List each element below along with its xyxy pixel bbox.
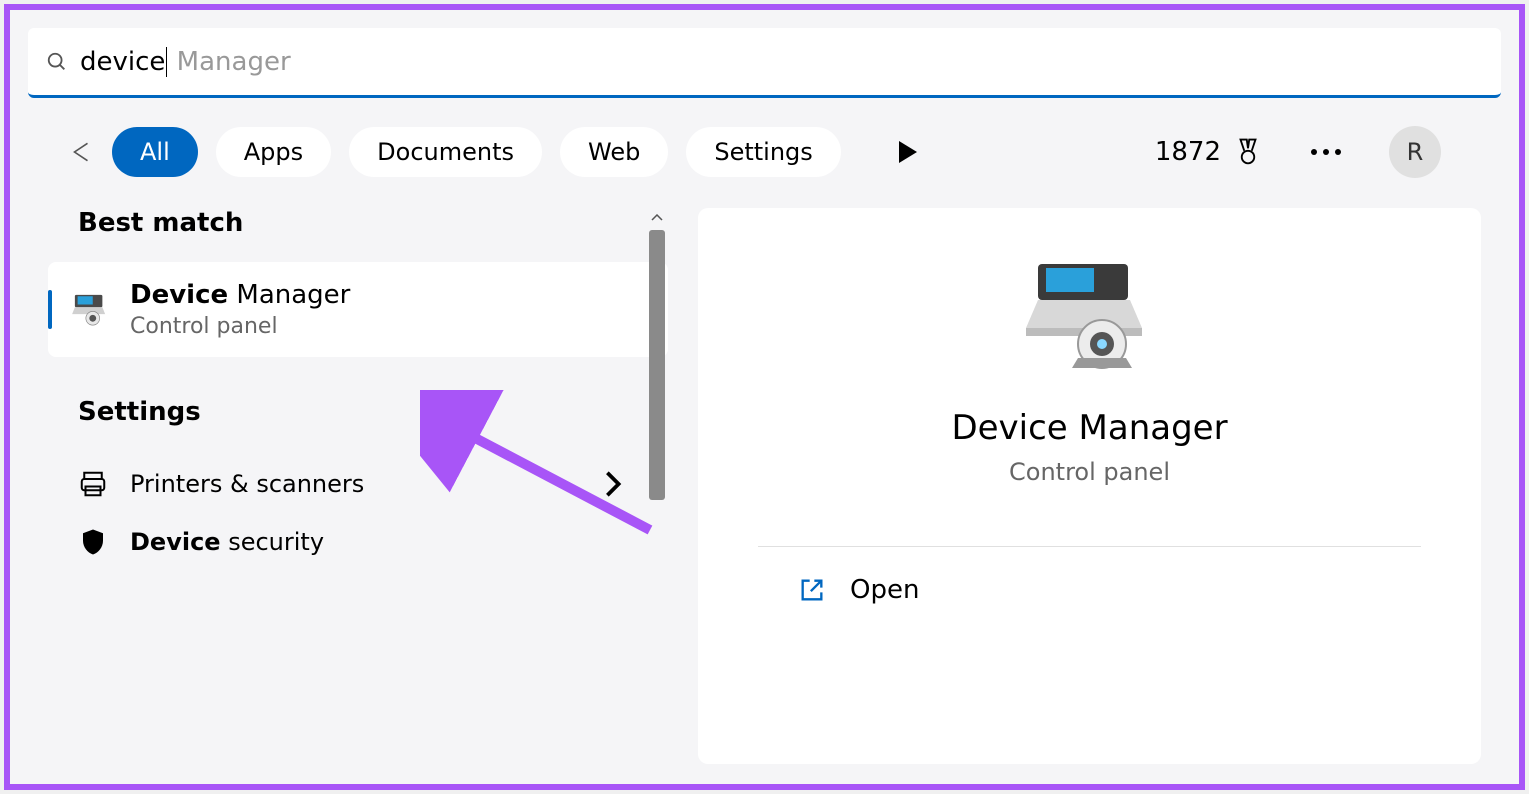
search-icon: [46, 51, 68, 73]
settings-item-label: Device security: [130, 528, 648, 556]
open-action[interactable]: Open: [758, 551, 1421, 629]
results-scrollbar[interactable]: [646, 208, 668, 500]
more-tabs-icon[interactable]: [899, 141, 917, 163]
text-cursor: [166, 47, 167, 77]
preview-panel: Device Manager Control panel Open: [698, 208, 1481, 764]
settings-item-printers[interactable]: Printers & scanners: [58, 455, 668, 513]
tab-web[interactable]: Web: [560, 127, 668, 177]
settings-item-device-security[interactable]: Device security: [58, 513, 668, 571]
preview-title: Device Manager: [951, 408, 1227, 448]
open-external-icon: [798, 576, 826, 604]
search-typed-text: device: [80, 47, 165, 77]
rewards-points[interactable]: 1872: [1155, 137, 1263, 167]
open-action-label: Open: [850, 575, 919, 605]
results-panel: Best match Device Manager Control panel …: [28, 208, 668, 764]
scroll-up-button[interactable]: [647, 208, 667, 228]
search-suggestion-text: Manager: [168, 47, 290, 77]
best-match-item[interactable]: Device Manager Control panel: [48, 262, 668, 357]
search-window: device Manager All Apps Documents Web Se…: [4, 4, 1525, 790]
tab-documents[interactable]: Documents: [349, 127, 542, 177]
best-match-subtitle: Control panel: [130, 314, 350, 339]
tab-all[interactable]: All: [112, 127, 198, 177]
filter-tab-row: All Apps Documents Web Settings 1872 R: [28, 126, 1501, 178]
user-initial: R: [1407, 138, 1424, 166]
best-match-header: Best match: [58, 208, 668, 238]
printer-icon: [78, 469, 108, 499]
search-input-container[interactable]: device Manager: [28, 28, 1501, 98]
more-options-button[interactable]: [1311, 149, 1341, 155]
tab-apps[interactable]: Apps: [216, 127, 331, 177]
preview-divider: [758, 546, 1421, 547]
user-avatar[interactable]: R: [1389, 126, 1441, 178]
device-manager-icon: [68, 288, 112, 332]
chevron-right-icon: [598, 469, 628, 499]
device-manager-large-icon: [1020, 258, 1160, 378]
best-match-title: Device Manager: [130, 280, 350, 310]
settings-item-label: Printers & scanners: [130, 470, 576, 498]
tab-settings[interactable]: Settings: [686, 127, 840, 177]
scroll-thumb[interactable]: [649, 230, 665, 500]
rewards-points-value: 1872: [1155, 137, 1221, 167]
shield-icon: [78, 527, 108, 557]
back-arrow-icon[interactable]: [68, 139, 94, 165]
preview-subtitle: Control panel: [1009, 458, 1170, 486]
search-text: device Manager: [80, 47, 291, 77]
settings-section-header: Settings: [58, 397, 668, 427]
medal-icon: [1233, 137, 1263, 167]
